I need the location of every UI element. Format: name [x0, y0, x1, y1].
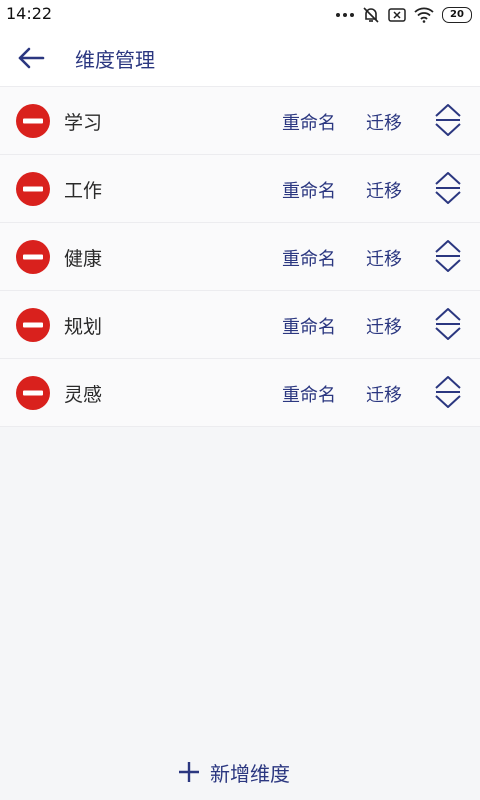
migrate-button[interactable]: 迁移 [366, 313, 402, 339]
alarm-off-icon [363, 7, 379, 23]
sort-handle-icon[interactable] [434, 171, 462, 205]
dimension-row: 健康 重命名 迁移 [0, 222, 480, 290]
plus-icon [179, 762, 199, 782]
remove-circle-icon[interactable] [16, 172, 50, 206]
more-dots-icon [336, 13, 354, 17]
rename-button[interactable]: 重命名 [282, 109, 336, 135]
sort-handle-icon[interactable] [434, 307, 462, 341]
rename-button[interactable]: 重命名 [282, 177, 336, 203]
dimension-row: 工作 重命名 迁移 [0, 154, 480, 222]
dimension-label: 工作 [64, 180, 103, 202]
dimension-row: 学习 重命名 迁移 [0, 86, 480, 154]
arrow-left-icon [18, 47, 45, 69]
dimension-label: 健康 [64, 248, 103, 270]
dimension-list: 学习 重命名 迁移 工作 重命名 迁移 健康 重命名 迁移 规划 重命名 迁移 … [0, 86, 480, 427]
add-dimension-label: 新增维度 [210, 761, 290, 786]
dimension-row: 规划 重命名 迁移 [0, 290, 480, 358]
migrate-button[interactable]: 迁移 [366, 109, 402, 135]
remove-circle-icon[interactable] [16, 104, 50, 138]
app-header: 维度管理 [0, 30, 480, 86]
sort-handle-icon[interactable] [434, 375, 462, 409]
migrate-button[interactable]: 迁移 [366, 381, 402, 407]
rename-button[interactable]: 重命名 [282, 381, 336, 407]
rename-button[interactable]: 重命名 [282, 313, 336, 339]
remove-circle-icon[interactable] [16, 376, 50, 410]
sim-off-icon [388, 8, 406, 22]
rename-button[interactable]: 重命名 [282, 245, 336, 271]
remove-circle-icon[interactable] [16, 308, 50, 342]
wifi-icon [414, 7, 434, 23]
dimension-label: 规划 [64, 316, 103, 338]
sort-handle-icon[interactable] [434, 103, 462, 137]
dimension-label: 灵感 [64, 384, 103, 406]
remove-circle-icon[interactable] [16, 240, 50, 274]
battery-level: 20 [450, 9, 464, 20]
back-button[interactable] [14, 42, 48, 74]
dimension-row: 灵感 重命名 迁移 [0, 358, 480, 427]
sort-handle-icon[interactable] [434, 239, 462, 273]
dimension-label: 学习 [64, 112, 103, 134]
page-title: 维度管理 [75, 48, 155, 72]
status-time: 14:22 [6, 4, 53, 23]
add-dimension-button[interactable]: 新增维度 [178, 756, 290, 788]
migrate-button[interactable]: 迁移 [366, 245, 402, 271]
status-icons: 20 [336, 5, 472, 25]
migrate-button[interactable]: 迁移 [366, 177, 402, 203]
battery-icon: 20 [442, 7, 472, 23]
status-bar: 14:22 20 [0, 0, 480, 30]
